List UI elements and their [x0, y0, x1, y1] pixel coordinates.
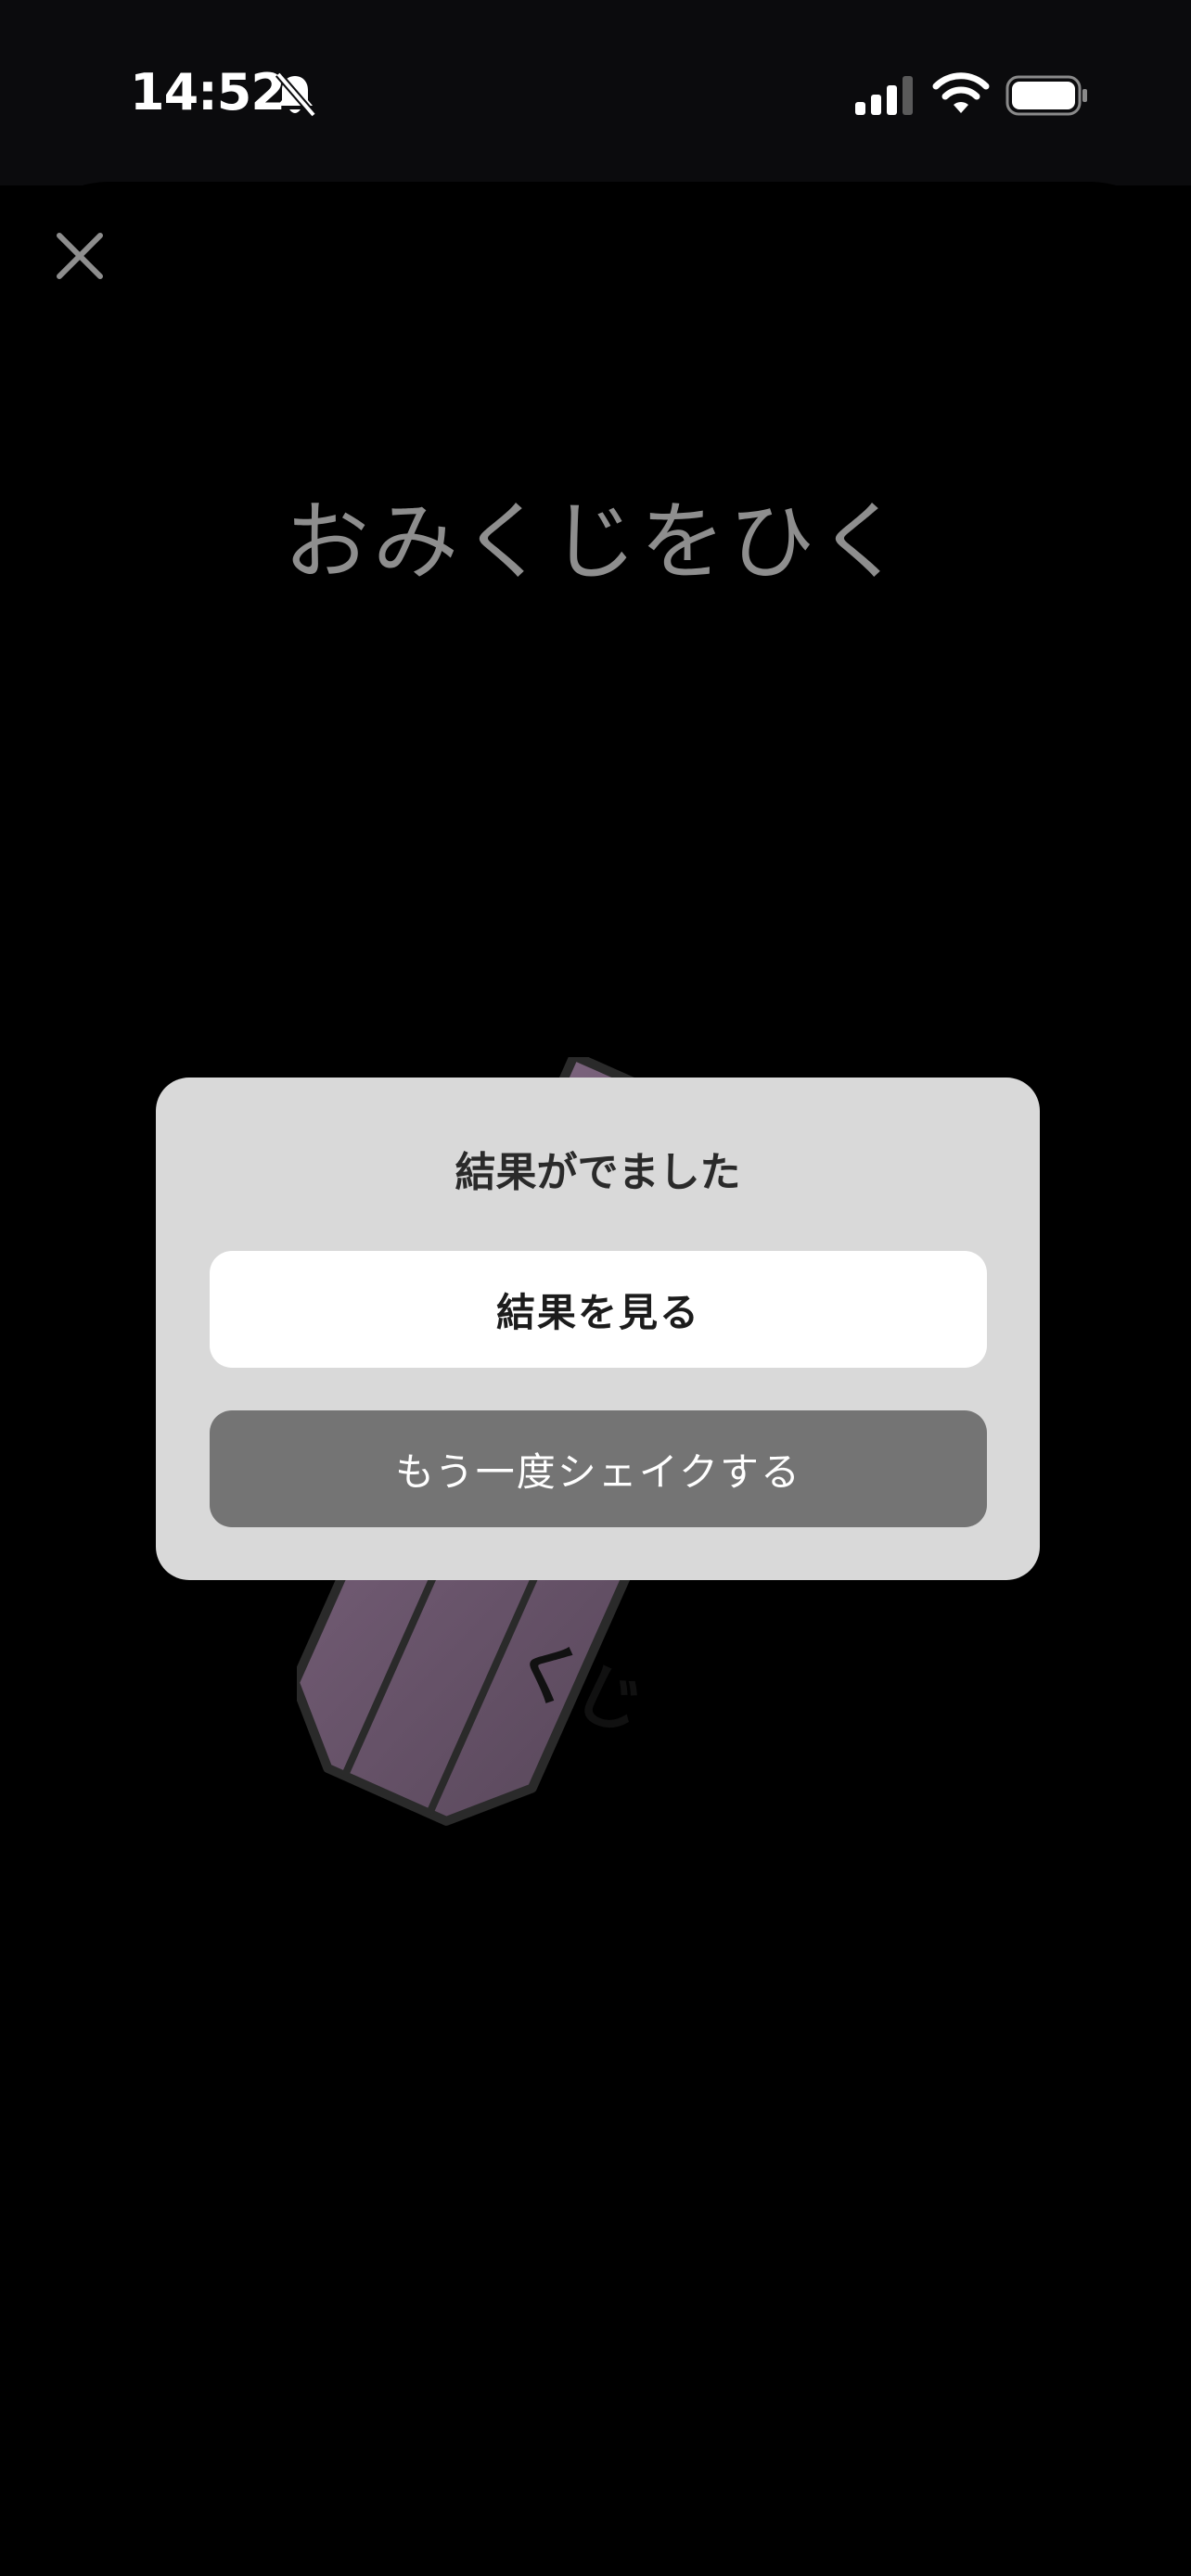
wifi-icon [932, 72, 990, 113]
result-dialog: 結果がでました 結果を見る もう一度シェイクする [156, 1078, 1040, 1580]
view-result-button[interactable]: 結果を見る [210, 1251, 987, 1368]
battery-icon [1005, 75, 1087, 116]
shake-again-button[interactable]: もう一度シェイクする [210, 1410, 987, 1527]
dialog-title: 結果がでました [455, 1149, 741, 1196]
page-title: おみくじをひく [283, 492, 907, 592]
bell-slash-icon [275, 71, 317, 118]
status-bar: 14:52 [0, 0, 1191, 185]
cellular-signal-icon [855, 76, 913, 115]
close-icon[interactable] [54, 230, 106, 282]
status-time: 14:52 [130, 63, 286, 121]
